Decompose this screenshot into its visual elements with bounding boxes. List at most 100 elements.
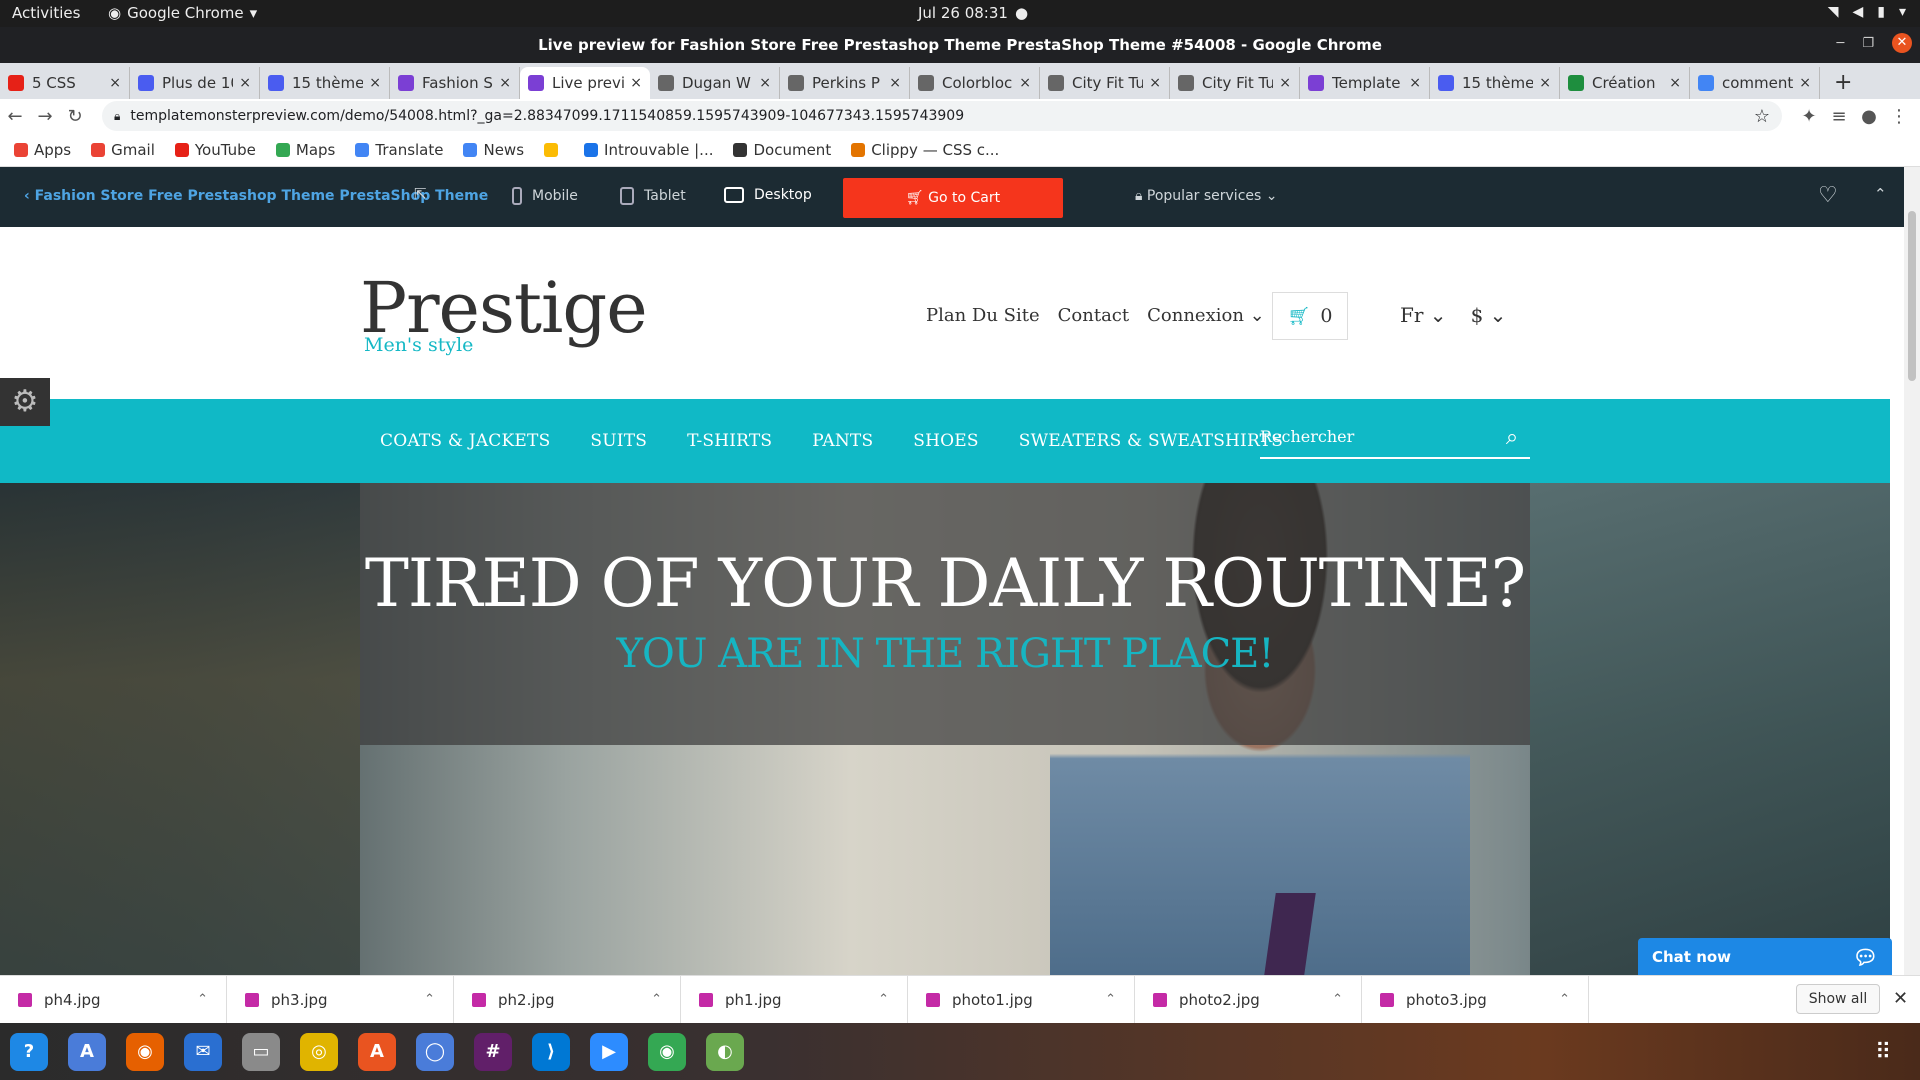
system-tray[interactable]: ◥ ◀ ▮ ▾ — [1828, 4, 1906, 20]
tablet-view-button[interactable]: Tablet — [620, 187, 686, 205]
tab[interactable]: Colorbloc × — [910, 67, 1040, 99]
collapse-icon[interactable]: ⌃ — [1874, 185, 1887, 203]
category-nav-item[interactable]: SUITS — [590, 431, 647, 451]
tab-close-icon[interactable]: × — [1669, 75, 1681, 91]
help-icon[interactable]: ? — [10, 1032, 48, 1071]
thunderbird-icon[interactable]: ✉ — [184, 1032, 222, 1071]
tab[interactable]: Dugan W × — [650, 67, 780, 99]
tab[interactable]: Perkins P × — [780, 67, 910, 99]
heart-icon[interactable]: ♡ — [1818, 183, 1838, 208]
bookmark-item[interactable]: Introuvable |... — [584, 141, 713, 159]
tab[interactable]: 5 CSS × — [0, 67, 130, 99]
forward-icon[interactable]: → — [30, 106, 60, 127]
chevron-up-icon[interactable]: ⌃ — [424, 992, 435, 1007]
software-icon[interactable]: A — [358, 1032, 396, 1071]
category-nav-item[interactable]: PANTS — [812, 431, 873, 451]
tab[interactable]: City Fit Tu × — [1170, 67, 1300, 99]
category-nav-item[interactable]: SWEATERS & SWEATSHIRTS — [1019, 431, 1283, 451]
category-nav-item[interactable]: COATS & JACKETS — [380, 431, 550, 451]
show-all-downloads-button[interactable]: Show all — [1796, 984, 1880, 1014]
chrome-icon[interactable]: ◉ — [648, 1032, 686, 1071]
tab[interactable]: Live previ × — [520, 67, 650, 99]
menu-icon[interactable]: ⋮ — [1884, 106, 1914, 127]
bookmark-item[interactable] — [544, 142, 564, 157]
tab[interactable]: 15 thème × — [260, 67, 390, 99]
bookmark-item[interactable]: Document — [733, 141, 831, 159]
bookmark-star-icon[interactable]: ☆ — [1754, 106, 1770, 127]
chevron-up-icon[interactable]: ⌃ — [1332, 992, 1343, 1007]
profile-avatar[interactable]: ● — [1854, 106, 1884, 127]
tab-close-icon[interactable]: × — [239, 75, 251, 91]
show-apps-grid-icon[interactable]: ⠿ — [1875, 1040, 1891, 1065]
download-item[interactable]: photo3.jpg ⌃ — [1362, 975, 1589, 1024]
chromium-icon[interactable]: ◯ — [416, 1032, 454, 1071]
app-menu[interactable]: ◉ Google Chrome ▾ — [108, 4, 257, 22]
tab-close-icon[interactable]: × — [1149, 75, 1161, 91]
tab-close-icon[interactable]: × — [630, 75, 642, 91]
go-to-cart-button[interactable]: 🛒︎ Go to Cart — [843, 178, 1063, 218]
tab[interactable]: Template × — [1300, 67, 1430, 99]
zoom-icon[interactable]: ▶ — [590, 1032, 628, 1071]
download-item[interactable]: ph2.jpg ⌃ — [454, 975, 681, 1024]
address-bar[interactable]: 🔒︎ templatemonsterpreview.com/demo/54008… — [102, 101, 1782, 131]
chevron-up-icon[interactable]: ⌃ — [1105, 992, 1116, 1007]
header-nav-item[interactable]: Plan Du Site — [926, 305, 1040, 326]
bookmark-item[interactable]: News — [463, 141, 524, 159]
maximize-icon[interactable]: ❐ — [1862, 36, 1874, 51]
minimize-icon[interactable]: ─ — [1837, 36, 1845, 51]
firefox-icon[interactable]: ◉ — [126, 1032, 164, 1071]
download-item[interactable]: photo1.jpg ⌃ — [908, 975, 1135, 1024]
download-item[interactable]: ph3.jpg ⌃ — [227, 975, 454, 1024]
bookmark-item[interactable]: Translate — [355, 141, 443, 159]
tab-close-icon[interactable]: × — [1799, 75, 1811, 91]
download-item[interactable]: ph1.jpg ⌃ — [681, 975, 908, 1024]
category-nav-item[interactable]: SHOES — [913, 431, 978, 451]
tab-close-icon[interactable]: × — [1539, 75, 1551, 91]
close-downloads-icon[interactable]: ✕ — [1893, 988, 1908, 1009]
page-scrollbar[interactable] — [1904, 167, 1920, 975]
header-nav-item[interactable]: Contact — [1058, 305, 1129, 326]
bookmark-item[interactable]: Apps — [14, 141, 71, 159]
header-nav-item[interactable]: Connexion ⌄ — [1147, 305, 1265, 326]
tab[interactable]: Création × — [1560, 67, 1690, 99]
tab[interactable]: 15 thème × — [1430, 67, 1560, 99]
clock[interactable]: Jul 26 08:31 — [918, 4, 1008, 22]
search-icon[interactable]: ⌕ — [1494, 419, 1530, 457]
vscode-icon[interactable]: ⟩ — [532, 1032, 570, 1071]
search-input[interactable]: Rechercher ⌕ — [1260, 419, 1530, 459]
tab-close-icon[interactable]: × — [369, 75, 381, 91]
settings-gear-icon[interactable]: ⚙ — [0, 378, 50, 426]
download-item[interactable]: ph4.jpg ⌃ — [0, 975, 227, 1024]
desktop-view-button[interactable]: Desktop — [724, 187, 812, 203]
tab-close-icon[interactable]: × — [499, 75, 511, 91]
network-icon[interactable]: ◐ — [706, 1032, 744, 1071]
new-tab-button[interactable]: + — [1834, 67, 1852, 99]
chevron-up-icon[interactable]: ⌃ — [197, 992, 208, 1007]
slack-icon[interactable]: # — [474, 1032, 512, 1071]
files-icon[interactable]: ▭ — [242, 1032, 280, 1071]
language-selector[interactable]: Fr ⌄ — [1400, 303, 1447, 327]
bookmark-item[interactable]: Maps — [275, 141, 335, 159]
tab-close-icon[interactable]: × — [1019, 75, 1031, 91]
media-icon[interactable]: ≡ — [1824, 106, 1854, 127]
activities-button[interactable]: Activities — [12, 4, 80, 22]
close-window-icon[interactable]: ✕ — [1892, 33, 1912, 53]
category-nav-item[interactable]: T-SHIRTS — [687, 431, 772, 451]
tab-close-icon[interactable]: × — [759, 75, 771, 91]
currency-selector[interactable]: $ ⌄ — [1471, 303, 1507, 327]
extensions-icon[interactable]: ✦ — [1794, 106, 1824, 127]
bookmark-item[interactable]: Gmail — [91, 141, 155, 159]
tab-close-icon[interactable]: × — [109, 75, 121, 91]
header-cart-button[interactable]: 🛒︎ 0 — [1272, 292, 1348, 340]
tab[interactable]: Fashion S × — [390, 67, 520, 99]
translate-icon[interactable]: A — [68, 1032, 106, 1071]
chevron-up-icon[interactable]: ⌃ — [878, 992, 889, 1007]
download-item[interactable]: photo2.jpg ⌃ — [1135, 975, 1362, 1024]
popular-services-dropdown[interactable]: 🔒︎ Popular services ⌄ — [1135, 188, 1277, 204]
chat-now-button[interactable]: Chat now 💬︎ — [1638, 938, 1892, 976]
mobile-view-button[interactable]: Mobile — [512, 187, 578, 205]
tab-close-icon[interactable]: × — [889, 75, 901, 91]
scrollbar-thumb[interactable] — [1908, 211, 1916, 381]
bookmark-item[interactable]: Clippy — CSS c... — [851, 141, 999, 159]
tab-close-icon[interactable]: × — [1409, 75, 1421, 91]
